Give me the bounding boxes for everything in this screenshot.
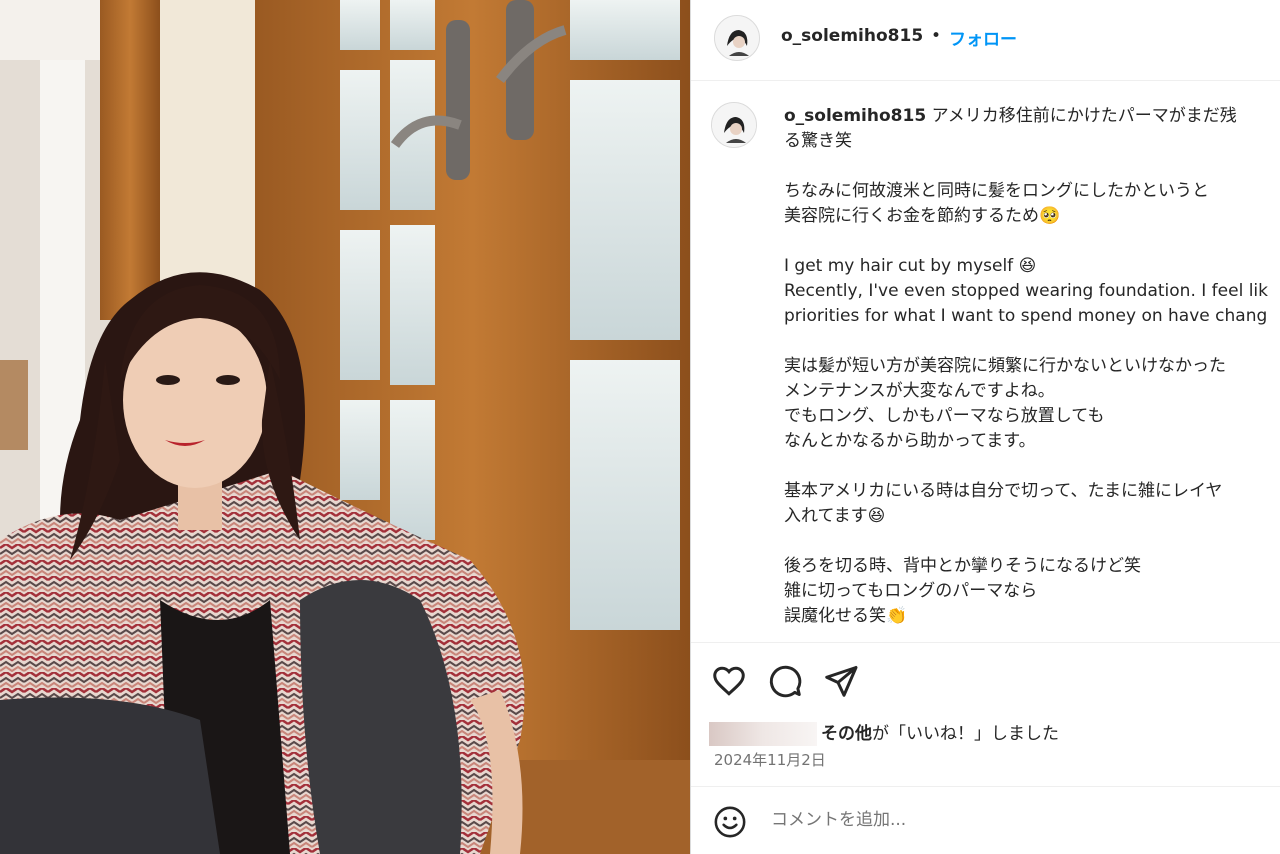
caption-line <box>784 529 1280 554</box>
post-panel: o_solemiho815 • フォロー o_solemiho815 アメリカ移… <box>690 0 1280 854</box>
caption-line: priorities for what I want to spend mone… <box>784 306 1268 326</box>
selfie-illustration <box>0 0 690 854</box>
caption-avatar[interactable] <box>711 102 757 148</box>
post-caption: o_solemiho815 アメリカ移住前にかけたパーマがまだ残 る驚き笑 ちな… <box>784 104 1280 629</box>
caption-line: Recently, I've even stopped wearing foun… <box>784 281 1268 301</box>
caption-line: なんとかなるから助かってます。 <box>784 431 1036 451</box>
caption-line <box>784 329 1280 354</box>
likes-summary[interactable]: その他が「いいね！」しました <box>709 719 1059 746</box>
caption-line: 入れてます😆 <box>784 506 886 526</box>
caption-text-start: アメリカ移住前にかけたパーマがまだ残 <box>931 106 1237 126</box>
post-photo <box>0 0 690 854</box>
caption-line: でもロング、しかもパーマなら放置しても <box>784 406 1105 426</box>
follow-button[interactable]: フォロー <box>949 25 1017 50</box>
caption-line: 雑に切ってもロングのパーマなら <box>784 581 1038 601</box>
caption-first-cont: る驚き笑 <box>784 131 852 151</box>
avatar[interactable] <box>714 15 760 61</box>
caption-line: メンテナンスが大変なんですよね。 <box>784 381 1055 401</box>
caption-first-line: o_solemiho815 アメリカ移住前にかけたパーマがまだ残 <box>784 104 1280 129</box>
caption-line: 実は髪が短い方が美容院に頻繁に行かないといけなかった <box>784 356 1226 376</box>
comment-bar <box>691 786 1280 854</box>
heart-icon[interactable] <box>711 663 747 699</box>
caption-line: 美容院に行くお金を節約するため🥺 <box>784 206 1061 226</box>
emoji-icon[interactable] <box>713 805 747 839</box>
comment-input[interactable] <box>769 809 1253 831</box>
caption-body: ちなみに何故渡米と同時に髪をロングにしたかというと 美容院に行くお金を節約するため… <box>784 179 1280 629</box>
username-link[interactable]: o_solemiho815 <box>781 26 923 46</box>
caption-line <box>784 454 1280 479</box>
share-icon[interactable] <box>823 663 859 699</box>
comment-icon[interactable] <box>767 663 803 699</box>
caption-line: 基本アメリカにいる時は自分で切って、たまに雑にレイヤ <box>784 481 1223 501</box>
avatar-image <box>715 16 759 60</box>
caption-username[interactable]: o_solemiho815 <box>784 106 926 126</box>
liker-avatar-blur <box>709 722 817 746</box>
caption-line: 後ろを切る時、背中とか攣りそうになるけど笑 <box>784 556 1141 576</box>
caption-line: ちなみに何故渡米と同時に髪をロングにしたかというと <box>784 181 1209 201</box>
caption-line: 誤魔化せる笑👏 <box>784 606 908 626</box>
post-actions: その他が「いいね！」しました 2024年11月2日 <box>691 642 1280 787</box>
caption-avatar-image <box>712 103 756 147</box>
likes-others[interactable]: その他 <box>821 724 872 744</box>
post-date: 2024年11月2日 <box>714 751 826 769</box>
likes-text: が「いいね！」しました <box>872 724 1059 744</box>
caption-line <box>784 229 1280 254</box>
separator-dot: • <box>931 26 942 46</box>
caption-line: I get my hair cut by myself 😆 <box>784 256 1037 276</box>
post-header: o_solemiho815 • フォロー <box>691 0 1280 81</box>
